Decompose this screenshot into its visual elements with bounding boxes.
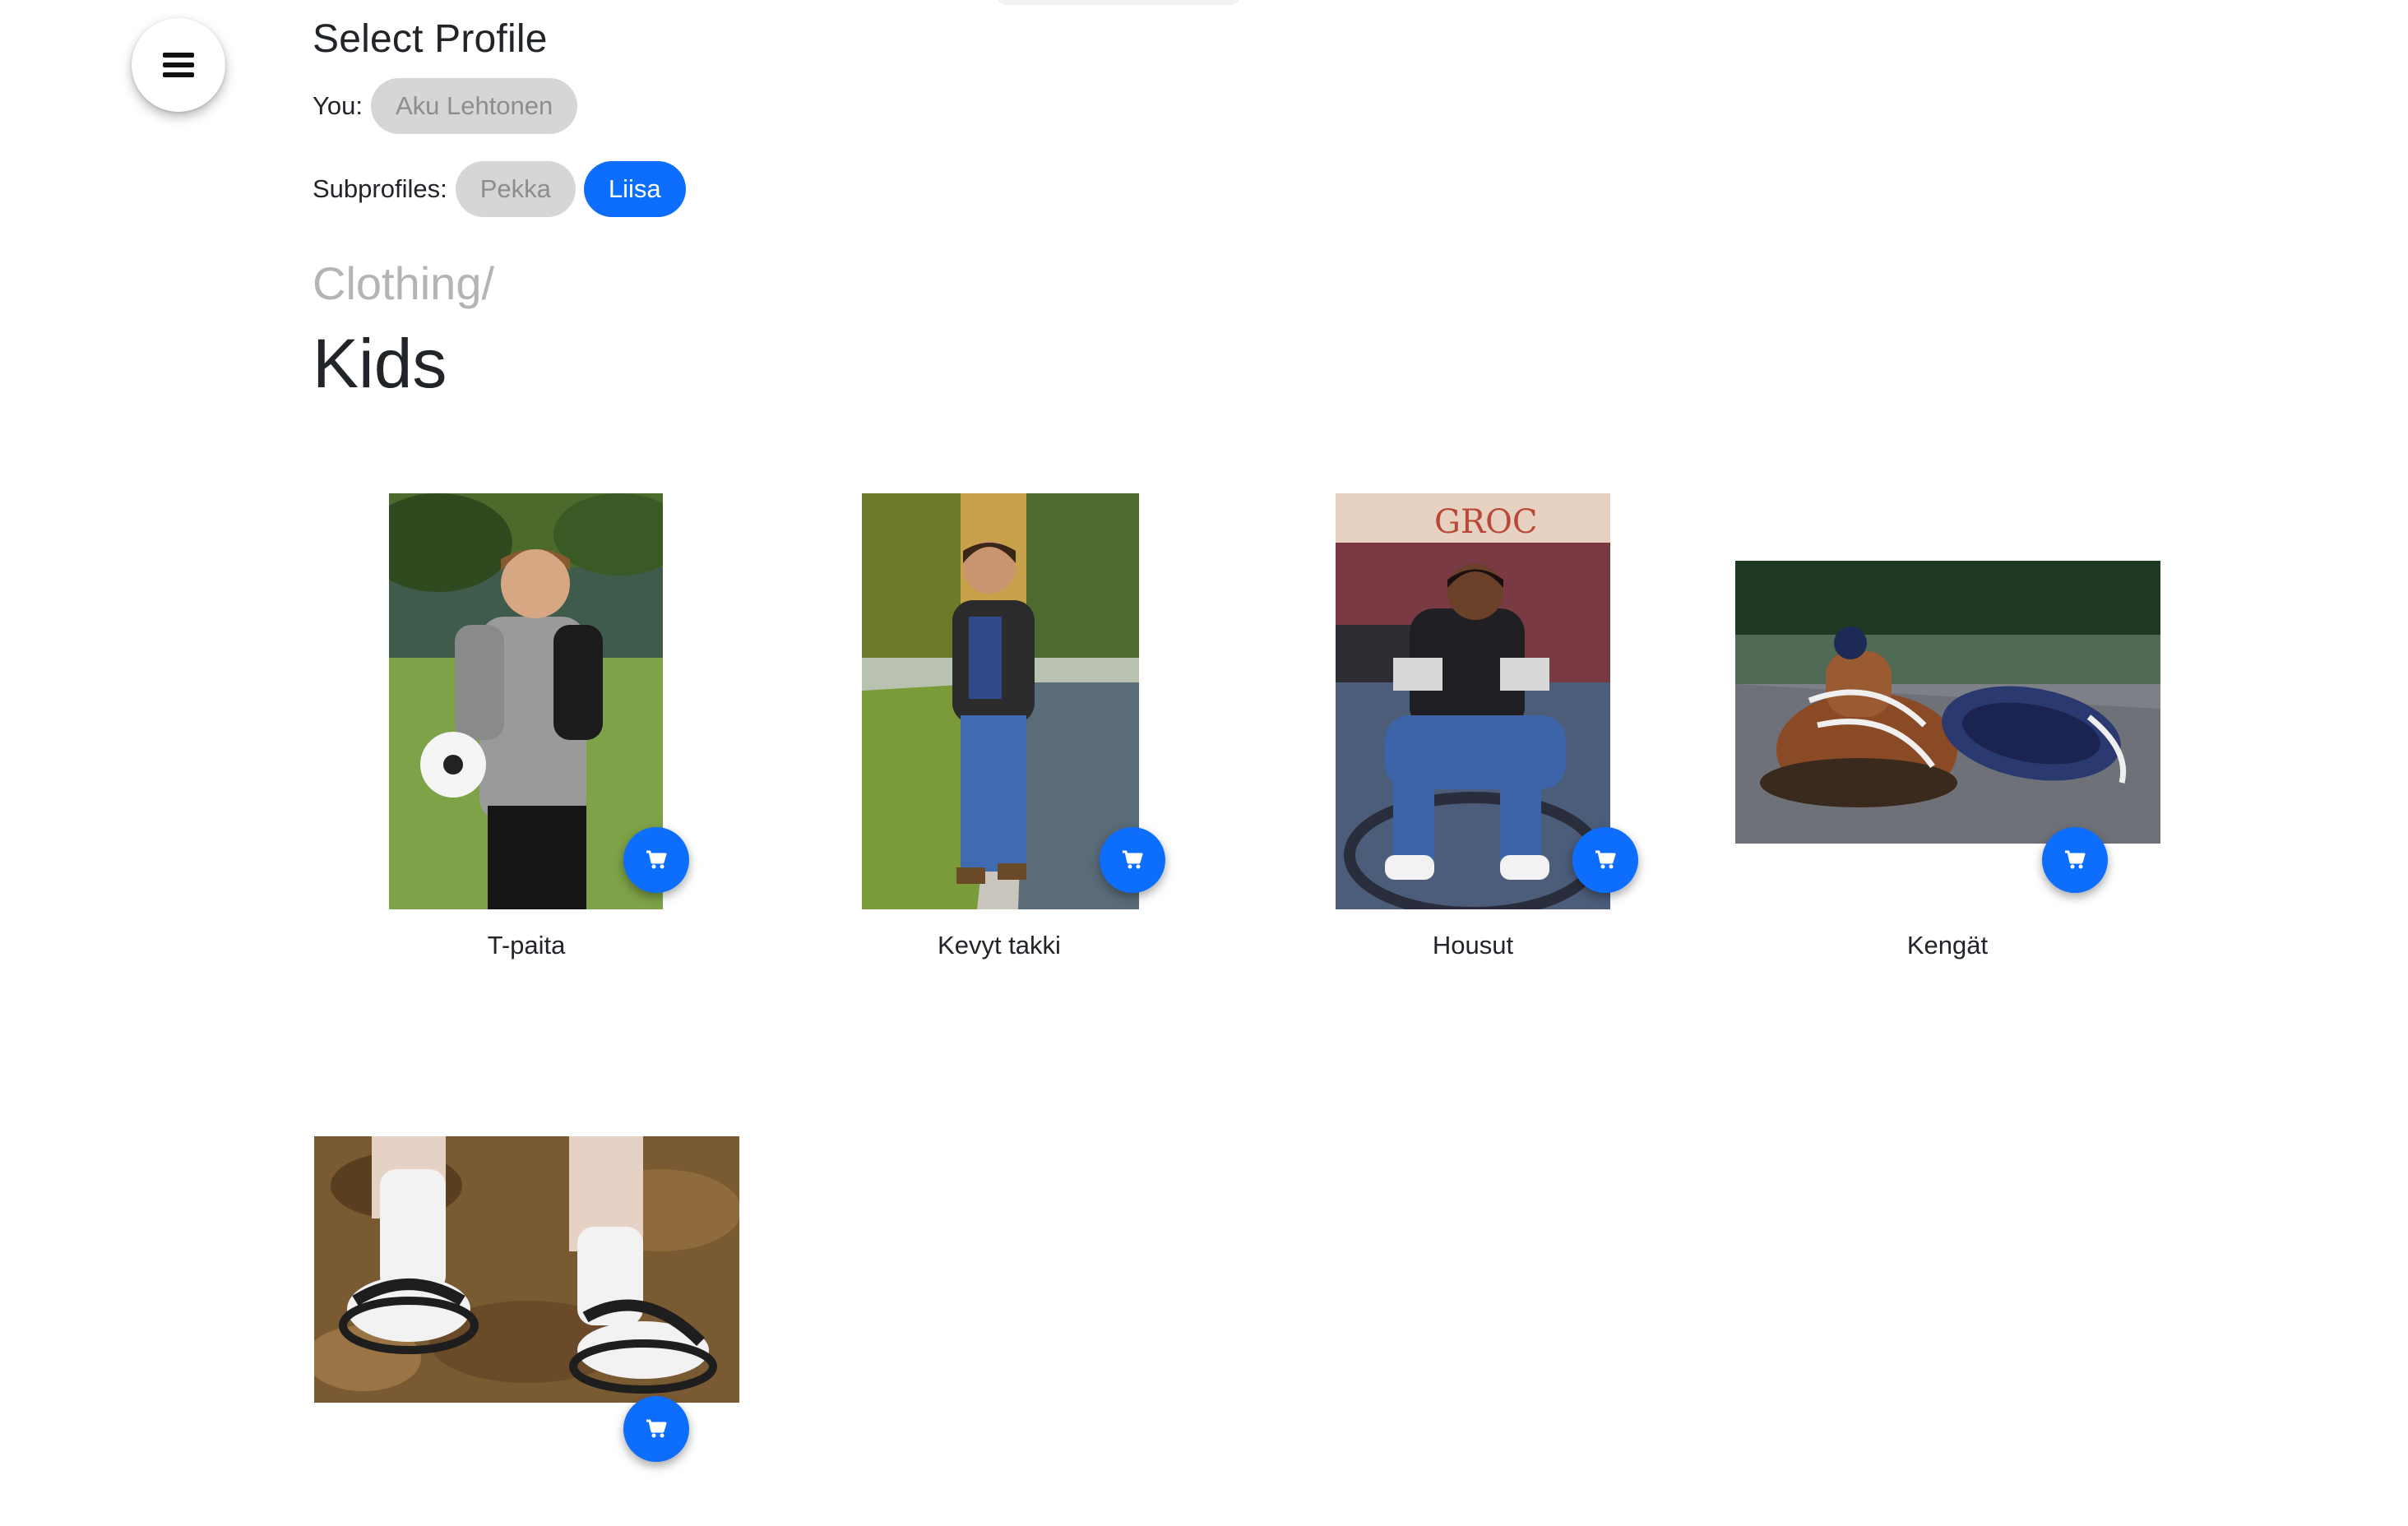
cart-icon [646,1419,667,1438]
product-card[interactable] [292,1136,761,1465]
category-title: Kids [313,325,447,402]
you-label: You: [313,91,363,120]
add-to-cart-button[interactable] [2042,827,2108,893]
add-to-cart-button[interactable] [623,827,689,893]
subprofile-chip-pekka[interactable]: Pekka [455,161,576,217]
subprofiles-label: Subprofiles: [313,174,447,203]
product-image[interactable] [1735,561,2160,844]
subprofiles-row: Subprofiles: Pekka Liisa [313,160,686,218]
product-image[interactable] [862,493,1139,909]
you-profile-chip[interactable]: Aku Lehtonen [370,78,578,134]
you-row: You: Aku Lehtonen [313,77,578,135]
product-name: Kengät [1906,931,1989,960]
add-to-cart-button[interactable] [1100,827,1165,893]
product-name: Kevyt takki [938,931,1061,960]
menu-button[interactable] [132,18,225,112]
product-card[interactable]: T-paita [292,493,761,970]
cart-icon [2065,850,2086,869]
profile-title: Select Profile [313,17,548,61]
product-image[interactable]: GROC [1336,493,1610,909]
product-card[interactable]: GROC Housut [1239,493,1707,970]
menu-icon [163,53,194,77]
cart-icon [646,850,667,869]
top-pill [995,0,1242,5]
page: Select Profile You: Aku Lehtonen Subprof… [0,0,2408,1526]
add-to-cart-button[interactable] [1572,827,1638,893]
add-to-cart-button[interactable] [623,1396,689,1462]
cart-icon [1123,850,1143,869]
product-image[interactable] [314,1136,739,1403]
cart-icon [1595,850,1616,869]
subprofile-chip-liisa[interactable]: Liisa [583,161,686,217]
product-image[interactable] [389,493,663,909]
product-card[interactable]: Kengät [1713,493,2182,970]
product-card[interactable]: Kevyt takki [765,493,1234,970]
breadcrumb[interactable]: Clothing/ [313,257,494,310]
svg-text:GROC: GROC [1434,503,1537,541]
product-name: T-paita [487,931,566,960]
product-name: Housut [1432,931,1514,960]
